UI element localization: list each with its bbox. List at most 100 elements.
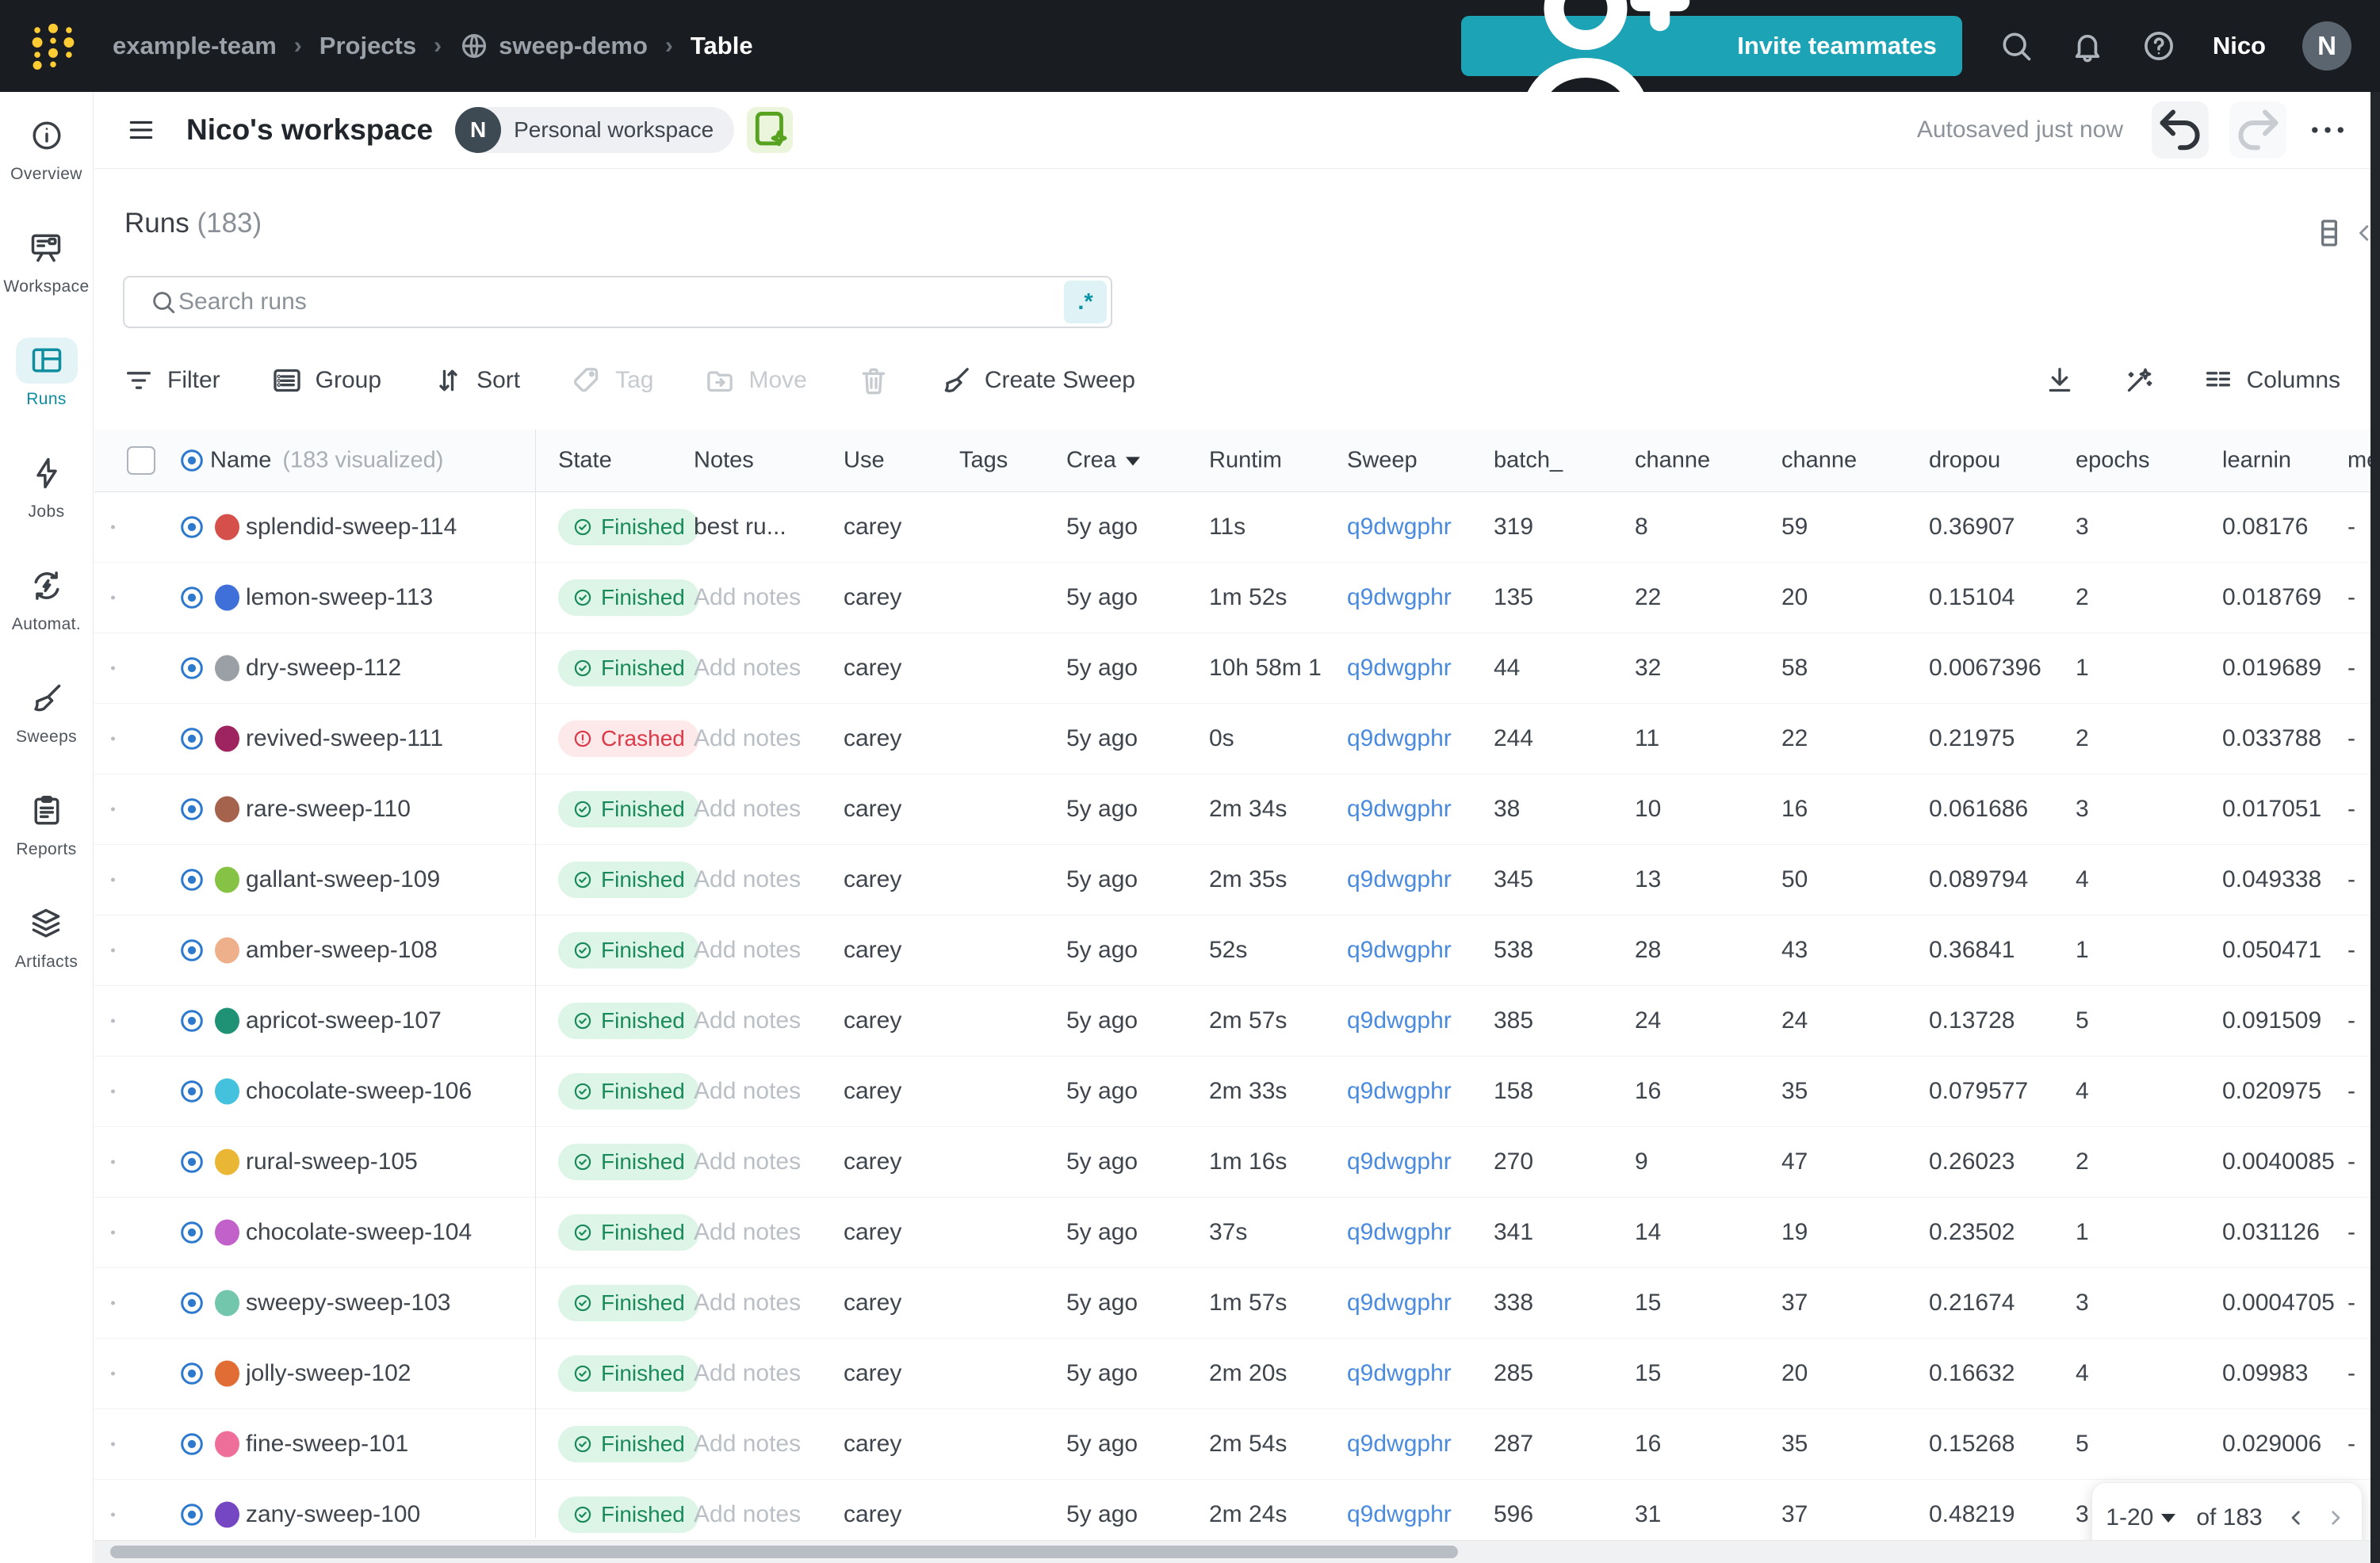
visualize-all-eye-icon[interactable] — [178, 446, 206, 475]
drag-handle[interactable] — [111, 877, 115, 882]
invite-teammates-button[interactable]: Invite teammates — [1461, 0, 1962, 131]
prev-page-chevron-icon[interactable] — [2283, 1505, 2309, 1531]
select-all-checkbox[interactable] — [127, 446, 155, 475]
col-header-sweep[interactable]: Sweep — [1347, 448, 1418, 474]
run-name-link[interactable]: apricot-sweep-107 — [246, 1007, 442, 1034]
run-name-link[interactable]: amber-sweep-108 — [246, 937, 438, 964]
visualize-run-eye-icon[interactable] — [178, 1430, 206, 1458]
run-name-link[interactable]: chocolate-sweep-106 — [246, 1078, 472, 1105]
drag-handle[interactable] — [111, 948, 115, 953]
run-name-link[interactable]: chocolate-sweep-104 — [246, 1219, 472, 1246]
sidebar-item-overview[interactable]: Overview — [10, 113, 82, 184]
drag-handle[interactable] — [111, 736, 115, 741]
sort-button[interactable]: Sort — [432, 365, 520, 396]
run-sweep-link[interactable]: q9dwgphr — [1347, 514, 1452, 541]
redo-button[interactable] — [2229, 101, 2286, 159]
avatar[interactable]: N — [2302, 21, 2351, 71]
visualize-run-eye-icon[interactable] — [178, 1500, 206, 1529]
drag-handle[interactable] — [111, 1512, 115, 1517]
drag-handle[interactable] — [111, 807, 115, 812]
panel-layout-icon[interactable] — [2313, 217, 2345, 249]
run-sweep-link[interactable]: q9dwgphr — [1347, 1148, 1452, 1175]
run-sweep-link[interactable]: q9dwgphr — [1347, 1007, 1452, 1034]
visualize-run-eye-icon[interactable] — [178, 1218, 206, 1247]
regex-toggle-button[interactable]: .* — [1064, 281, 1107, 323]
run-sweep-link[interactable]: q9dwgphr — [1347, 1431, 1452, 1458]
create-sweep-button[interactable]: Create Sweep — [940, 365, 1135, 396]
sidebar-item-reports[interactable]: Reports — [16, 788, 78, 859]
workspace-menu-icon[interactable] — [126, 115, 156, 145]
drag-handle[interactable] — [111, 1371, 115, 1376]
run-notes[interactable]: Add notes — [694, 1007, 801, 1034]
search-input[interactable] — [177, 288, 1064, 316]
run-sweep-link[interactable]: q9dwgphr — [1347, 655, 1452, 682]
run-name-link[interactable]: zany-sweep-100 — [246, 1501, 420, 1528]
col-header-use[interactable]: Use — [844, 448, 885, 474]
run-notes[interactable]: Add notes — [694, 1290, 801, 1317]
run-sweep-link[interactable]: q9dwgphr — [1347, 937, 1452, 964]
col-header-tags[interactable]: Tags — [959, 448, 1008, 474]
run-notes[interactable]: Add notes — [694, 584, 801, 611]
visualize-run-eye-icon[interactable] — [178, 583, 206, 612]
drag-handle[interactable] — [111, 1442, 115, 1446]
run-name-link[interactable]: fine-sweep-101 — [246, 1431, 408, 1458]
run-notes[interactable]: Add notes — [694, 1360, 801, 1387]
run-name-link[interactable]: dry-sweep-112 — [246, 655, 401, 682]
sidebar-item-automat[interactable]: Automat. — [12, 563, 81, 634]
visualize-run-eye-icon[interactable] — [178, 1148, 206, 1176]
sidebar-item-jobs[interactable]: Jobs — [16, 450, 78, 522]
columns-button[interactable]: Columns — [2202, 365, 2340, 396]
visualize-run-eye-icon[interactable] — [178, 654, 206, 682]
run-notes[interactable]: Add notes — [694, 866, 801, 893]
col-header-state[interactable]: State — [558, 448, 612, 474]
filter-button[interactable]: Filter — [123, 365, 220, 396]
run-notes[interactable]: Add notes — [694, 1501, 801, 1528]
run-notes[interactable]: Add notes — [694, 796, 801, 823]
visualize-run-eye-icon[interactable] — [178, 866, 206, 894]
sidebar-item-artifacts[interactable]: Artifacts — [15, 900, 78, 972]
run-notes[interactable]: Add notes — [694, 655, 801, 682]
overflow-menu-icon[interactable] — [2307, 109, 2348, 151]
drag-handle[interactable] — [111, 595, 115, 600]
breadcrumb-table[interactable]: Table — [691, 32, 753, 60]
col-header-crea[interactable]: Crea — [1066, 448, 1140, 474]
horizontal-scrollbar-thumb[interactable] — [110, 1546, 1458, 1558]
drag-handle[interactable] — [111, 525, 115, 529]
run-notes[interactable]: Add notes — [694, 1431, 801, 1458]
drag-handle[interactable] — [111, 666, 115, 671]
col-header-epochs[interactable]: epochs — [2076, 448, 2150, 474]
breadcrumb-projects[interactable]: Projects — [320, 32, 416, 60]
page-size-dropdown[interactable]: 1-20 — [2106, 1504, 2176, 1531]
run-notes[interactable]: Add notes — [694, 725, 801, 752]
col-header-runtim[interactable]: Runtim — [1209, 448, 1282, 474]
col-header-channe[interactable]: channe — [1635, 448, 1710, 474]
visualize-run-eye-icon[interactable] — [178, 1007, 206, 1035]
drag-handle[interactable] — [111, 1301, 115, 1305]
quick-panel-icon[interactable] — [747, 107, 794, 153]
col-header-notes[interactable]: Notes — [694, 448, 754, 474]
visualize-run-eye-icon[interactable] — [178, 724, 206, 753]
col-header-batch_[interactable]: batch_ — [1494, 448, 1563, 474]
run-sweep-link[interactable]: q9dwgphr — [1347, 1360, 1452, 1387]
col-header-channe[interactable]: channe — [1781, 448, 1857, 474]
run-name-link[interactable]: rural-sweep-105 — [246, 1148, 418, 1175]
sidebar-item-sweeps[interactable]: Sweeps — [16, 675, 78, 747]
group-button[interactable]: Group — [271, 365, 381, 396]
col-header-learnin[interactable]: learnin — [2222, 448, 2291, 474]
drag-handle[interactable] — [111, 1089, 115, 1094]
search-icon[interactable] — [1999, 29, 2034, 63]
col-header-name[interactable]: Name (183 visualized) — [210, 448, 443, 474]
sidebar-item-workspace[interactable]: Workspace — [3, 225, 89, 296]
run-name-link[interactable]: lemon-sweep-113 — [246, 584, 433, 611]
run-sweep-link[interactable]: q9dwgphr — [1347, 866, 1452, 893]
visualize-run-eye-icon[interactable] — [178, 936, 206, 965]
run-name-link[interactable]: splendid-sweep-114 — [246, 514, 457, 541]
collapsed-panel-edge[interactable] — [2370, 92, 2380, 1563]
run-notes[interactable]: best ru... — [694, 514, 786, 541]
run-sweep-link[interactable]: q9dwgphr — [1347, 1078, 1452, 1105]
breadcrumb-sweep-demo[interactable]: sweep-demo — [459, 31, 648, 61]
run-sweep-link[interactable]: q9dwgphr — [1347, 725, 1452, 752]
drag-handle[interactable] — [111, 1160, 115, 1164]
download-button[interactable] — [2044, 365, 2076, 396]
wandb-logo[interactable] — [29, 21, 78, 71]
